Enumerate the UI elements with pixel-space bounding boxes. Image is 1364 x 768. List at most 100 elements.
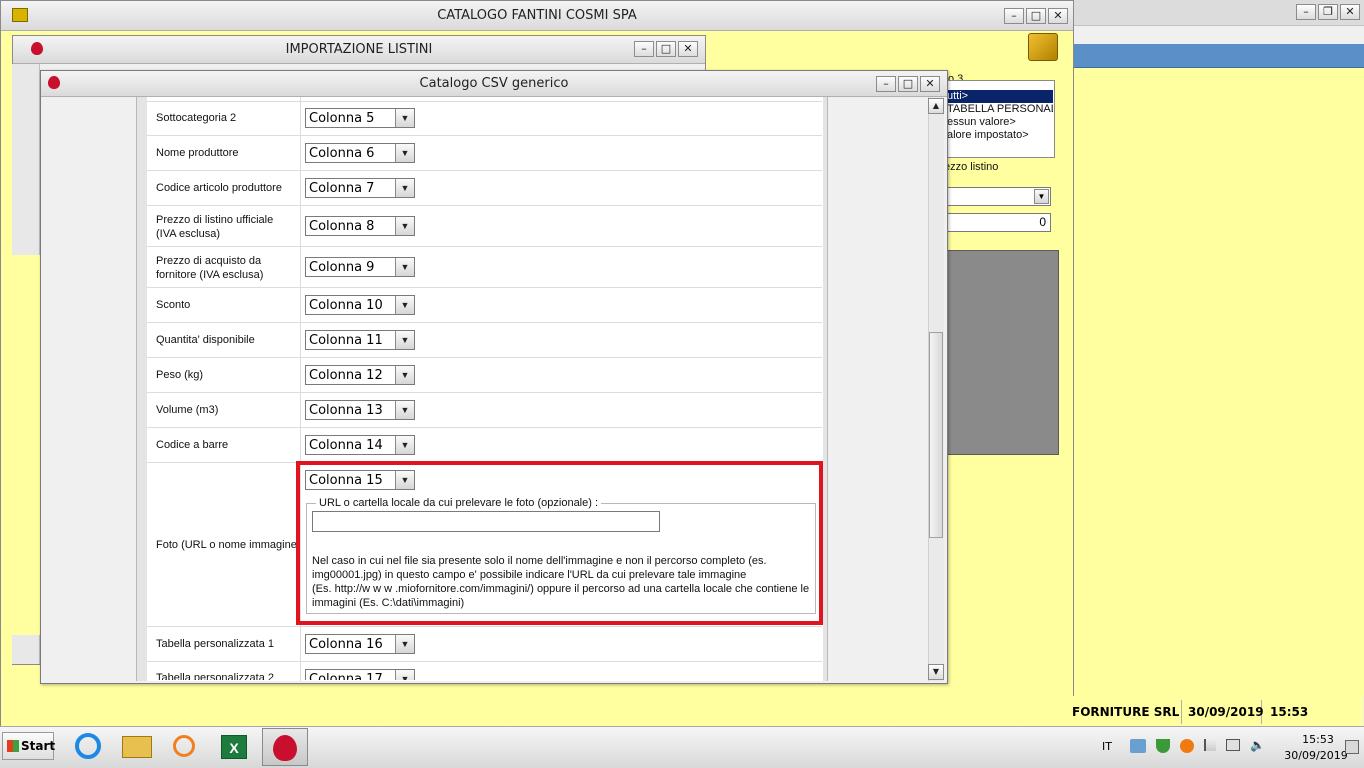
chevron-down-icon: ▼ [395,217,414,235]
windows-logo-icon [7,740,19,752]
chevron-down-icon: ▼ [395,331,414,349]
active-app-button[interactable] [262,728,308,766]
csv-minimize-button[interactable]: – [876,76,896,92]
row-separator [147,246,822,247]
import-window-titlebar: IMPORTAZIONE LISTINI [13,36,705,64]
scroll-down-button[interactable]: ▼ [928,664,944,680]
column-select[interactable]: Colonna 5 ▼ [305,108,415,128]
language-indicator[interactable]: IT [1102,740,1112,753]
column-select[interactable]: Colonna 14 ▼ [305,435,415,455]
column-select[interactable]: Colonna 6 ▼ [305,143,415,163]
column-select-value: Colonna 7 [309,181,375,196]
import-minimize-button[interactable]: – [634,41,654,57]
tray-volume-icon[interactable]: 🔈 [1250,739,1265,751]
column-select-value: Colonna 16 [309,637,383,652]
field-label: Volume (m3) [156,404,219,416]
list-item[interactable]: TABELLA PERSONALIZ [947,103,1053,115]
chevron-down-icon: ▼ [1034,189,1049,204]
numeric-value: 0 [1039,215,1046,229]
column-select[interactable]: Colonna 17 ▼ [305,669,415,680]
column-select[interactable]: Colonna 16 ▼ [305,634,415,654]
column-select[interactable]: Colonna 7 ▼ [305,178,415,198]
import-window-title: IMPORTAZIONE LISTINI [285,42,433,57]
column-select-value: Colonna 6 [309,146,375,161]
clock-time[interactable]: 15:53 [1292,733,1344,746]
field-label: Codice a barre [156,439,229,451]
chevron-down-icon: ▼ [395,471,414,489]
column-select-value: Colonna 8 [309,219,375,234]
field-label: Peso (kg) [156,369,204,381]
list-item[interactable]: essun valore> [947,116,1016,128]
import-close-button[interactable]: ✕ [678,41,698,57]
row-separator [147,427,822,428]
app-icon [12,8,28,22]
photo-url-input[interactable] [312,511,660,532]
column-select[interactable]: Colonna 8 ▼ [305,216,415,236]
column-select-value: Colonna 10 [309,298,383,313]
background-restore-button[interactable]: ❐ [1318,4,1338,20]
column-select[interactable]: Colonna 12 ▼ [305,365,415,385]
tray-avast-icon[interactable] [1180,739,1194,753]
field-label: Tabella personalizzata 1 [156,638,275,650]
field-label: Codice articolo produttore [156,182,282,194]
main-window-title: CATALOGO FANTINI COSMI SPA [437,8,637,23]
csv-close-button[interactable]: ✕ [920,76,940,92]
chevron-down-icon: ▼ [395,109,414,127]
column-select[interactable]: Colonna 11 ▼ [305,330,415,350]
numeric-field[interactable]: 0 [944,213,1051,232]
tray-shield-icon[interactable] [1156,739,1170,753]
clock-date[interactable]: 30/09/2019 [1280,749,1352,762]
column-select-value: Colonna 14 [309,438,383,453]
tray-network-icon[interactable] [1130,739,1146,753]
column-select-value: Colonna 11 [309,333,383,348]
main-maximize-button[interactable]: □ [1026,8,1046,24]
list-item[interactable]: utti> [947,90,968,102]
chevron-down-icon: ▼ [395,179,414,197]
column-select-value: Colonna 15 [309,473,383,488]
import-yellow-strip [12,255,40,635]
scroll-thumb[interactable] [929,332,943,538]
excel-icon[interactable]: X [216,730,252,764]
scroll-up-button[interactable]: ▲ [928,98,944,114]
strawberry-icon [273,735,297,761]
media-player-icon[interactable] [166,730,202,764]
column-select-value: Colonna 17 [309,672,383,680]
price-label: ezzo listino [944,161,999,173]
show-desktop-icon[interactable] [1345,740,1359,754]
tray-flag-icon[interactable] [1204,739,1216,751]
import-maximize-button[interactable]: □ [656,41,676,57]
field-label: Nome produttore [156,147,239,159]
main-minimize-button[interactable]: – [1004,8,1024,24]
field-label: Sottocategoria 2 [156,112,237,124]
column-select[interactable]: Colonna 13 ▼ [305,400,415,420]
internet-explorer-icon[interactable] [70,730,106,764]
price-dropdown[interactable]: ▼ [944,187,1051,206]
photo-help-text: img00001.jpg) in questo campo e' possibi… [312,569,747,581]
background-menu-bar [1074,26,1364,44]
background-minimize-button[interactable]: – [1296,4,1316,20]
column-select[interactable]: Colonna 10 ▼ [305,295,415,315]
file-explorer-icon[interactable] [118,730,154,764]
tray-display-icon[interactable] [1226,739,1240,751]
field-label: Quantita' disponibile [156,334,255,346]
column-select[interactable]: Colonna 15 ▼ [305,470,415,490]
field-label: Sconto [156,299,191,311]
cube-logo [1028,33,1058,61]
start-button[interactable]: Start [2,732,55,760]
field-label: Prezzo di listino ufficiale (IVA esclusa… [156,214,274,240]
row-separator [147,101,822,102]
row-separator [147,357,822,358]
background-close-button[interactable]: ✕ [1340,4,1360,20]
column-select[interactable]: Colonna 9 ▼ [305,257,415,277]
column-select-value: Colonna 5 [309,111,375,126]
row-separator [147,135,822,136]
csv-window-titlebar: Catalogo CSV generico [41,71,947,97]
background-blue-bar [1074,44,1364,68]
column-select-value: Colonna 9 [309,260,375,275]
list-item[interactable]: alore impostato> [947,129,1029,141]
row-separator [147,626,822,627]
field-label: Prezzo di acquisto da fornitore (IVA esc… [156,255,264,281]
main-close-button[interactable]: ✕ [1048,8,1068,24]
csv-maximize-button[interactable]: □ [898,76,918,92]
chevron-down-icon: ▼ [395,670,414,680]
